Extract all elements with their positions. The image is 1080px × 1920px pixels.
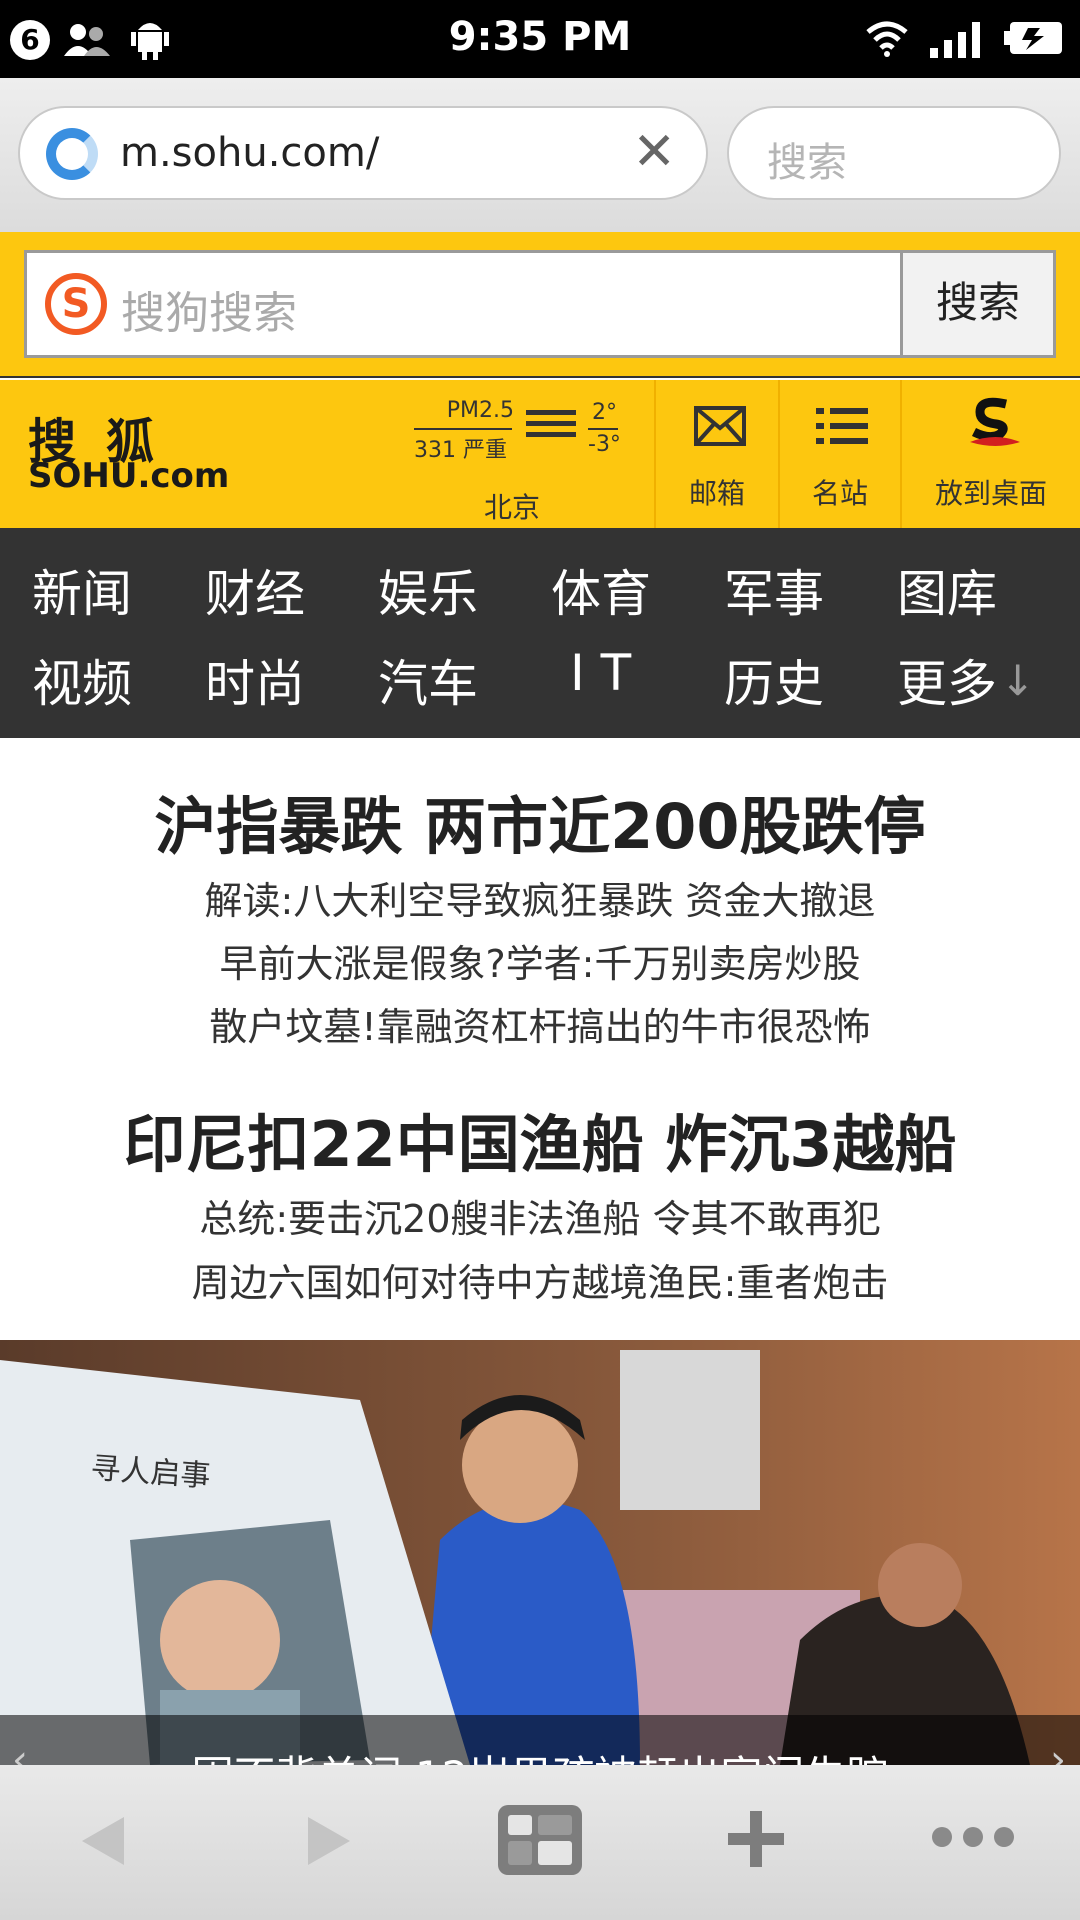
category-nav: 新闻 财经 娱乐 体育 军事 图库 视频 时尚 汽车 I T 历史 更多 ↓ <box>0 528 1080 738</box>
subhead-1-1[interactable]: 解读:八大利空导致疯狂暴跌 资金大撤退 <box>0 870 1080 925</box>
headline-1[interactable]: 沪指暴跌 两市近200股跌停 <box>0 776 1080 866</box>
nav-auto[interactable]: 汽车 <box>378 644 478 716</box>
wifi-icon <box>866 21 908 57</box>
sogou-logo-icon: S <box>45 273 107 335</box>
menu-dots-icon[interactable] <box>930 1825 1016 1849</box>
sogou-search-button[interactable]: 搜索 <box>900 250 1056 358</box>
sites-label: 名站 <box>811 477 868 510</box>
nav-gallery[interactable]: 图库 <box>897 554 997 626</box>
loading-icon <box>46 128 98 180</box>
browser-bottom-bar <box>0 1765 1080 1920</box>
news-photo[interactable]: 寻人启事 <box>0 1340 1080 1765</box>
temp-high: 2° <box>592 400 617 425</box>
clock: 9:35 PM <box>448 14 632 60</box>
aqi-value: 331 严重 <box>414 438 507 463</box>
subhead-2-1[interactable]: 总统:要击沉20艘非法渔船 令其不敢再犯 <box>0 1188 1080 1243</box>
nav-video[interactable]: 视频 <box>32 644 132 716</box>
browser-search-placeholder: 搜索 <box>767 140 847 186</box>
weather-city: 北京 <box>483 491 540 524</box>
address-bar[interactable]: m.sohu.com/ ✕ <box>18 106 708 200</box>
list-icon <box>816 408 868 444</box>
sohu-logo-en: SOHU.com <box>28 456 230 496</box>
sohu-logo[interactable]: 搜狐 SOHU.com <box>28 402 229 502</box>
mail-icon <box>694 406 746 446</box>
more-arrow-icon: ↓ <box>1000 656 1036 705</box>
nav-entertainment[interactable]: 娱乐 <box>378 554 478 626</box>
forward-icon[interactable] <box>306 1815 354 1867</box>
next-slide-icon[interactable]: › <box>1050 1737 1066 1765</box>
pm25-label: PM2.5 <box>446 398 514 423</box>
sohu-header: 搜狐 SOHU.com PM2.5 331 严重 2° -3° 北京 邮箱 名站… <box>0 380 1080 528</box>
subhead-1-3[interactable]: 散户坟墓!靠融资杠杆搞出的牛市很恐怖 <box>0 996 1080 1051</box>
nav-sports[interactable]: 体育 <box>551 554 651 626</box>
subhead-1-2[interactable]: 早前大涨是假象?学者:千万别卖房炒股 <box>0 933 1080 988</box>
nav-more[interactable]: 更多 <box>897 644 997 716</box>
prev-slide-icon[interactable]: ‹ <box>12 1737 28 1765</box>
photo-caption-bar: 因不背单词 12岁男孩被赶出家门失踪 ‹ › <box>0 1715 1080 1765</box>
sogou-search-input[interactable]: S 搜狗搜索 <box>24 250 904 358</box>
signal-icon <box>930 22 980 58</box>
photo-scene: 寻人启事 <box>0 1340 1080 1765</box>
mail-label: 邮箱 <box>688 477 745 510</box>
tabs-icon[interactable] <box>498 1805 582 1875</box>
browser-search-input[interactable]: 搜索 <box>727 106 1061 200</box>
clear-url-icon[interactable]: ✕ <box>632 122 676 182</box>
nav-history[interactable]: 历史 <box>724 644 824 716</box>
battery-icon <box>1004 22 1062 54</box>
status-bar: 6 9:35 PM <box>0 0 1080 78</box>
photo-caption[interactable]: 因不背单词 12岁男孩被赶出家门失踪 <box>0 1743 1080 1765</box>
nav-finance[interactable]: 财经 <box>205 554 305 626</box>
temp-low: -3° <box>588 432 621 457</box>
haze-icon <box>526 406 576 452</box>
add-to-desktop-label: 放到桌面 <box>934 477 1047 510</box>
weather-widget[interactable]: PM2.5 331 严重 2° -3° 北京 <box>400 394 640 524</box>
add-to-desktop-button[interactable]: 放到桌面 <box>900 380 1080 528</box>
add-tab-icon[interactable] <box>728 1811 784 1867</box>
nav-it[interactable]: I T <box>570 644 631 702</box>
mail-button[interactable]: 邮箱 <box>654 380 778 528</box>
nav-fashion[interactable]: 时尚 <box>205 644 305 716</box>
headline-2[interactable]: 印尼扣22中国渔船 炸沉3越船 <box>0 1094 1080 1184</box>
nav-military[interactable]: 军事 <box>724 554 824 626</box>
subhead-2-2[interactable]: 周边六国如何对待中方越境渔民:重者炮击 <box>0 1252 1080 1307</box>
sogou-search-bar: S 搜狗搜索 搜索 <box>0 232 1080 378</box>
back-icon[interactable] <box>78 1815 126 1867</box>
browser-toolbar: m.sohu.com/ ✕ 搜索 <box>0 78 1080 232</box>
sohu-s-icon <box>970 397 1020 446</box>
sogou-search-placeholder: 搜狗搜索 <box>121 288 297 339</box>
address-text: m.sohu.com/ <box>120 130 380 176</box>
sites-button[interactable]: 名站 <box>778 380 900 528</box>
nav-news[interactable]: 新闻 <box>32 554 132 626</box>
